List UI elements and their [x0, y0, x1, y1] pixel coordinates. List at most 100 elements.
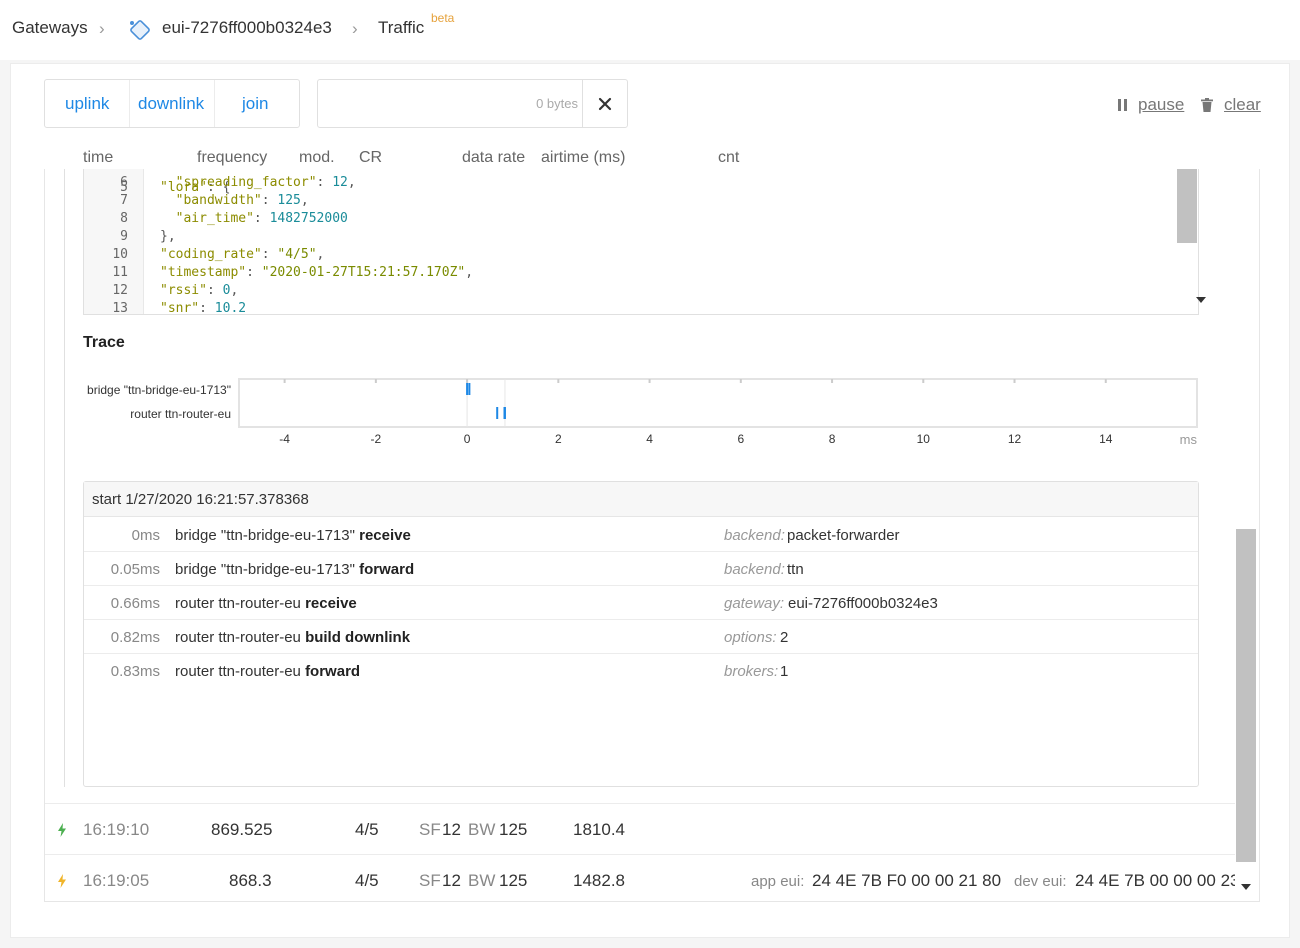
line-number: 9 [120, 229, 128, 244]
packet-time: 16:19:05 [83, 871, 150, 890]
breadcrumb-gateways[interactable]: Gateways [12, 18, 88, 38]
trace-tick-label: 6 [737, 432, 744, 446]
breadcrumb: Gateways › eui-7276ff000b0324e3 › Traffi… [0, 0, 1300, 60]
dev-eui-value: 24 4E 7B 00 00 00 23 [1075, 871, 1235, 890]
trace-tick-label: 2 [555, 432, 562, 446]
packet-list[interactable]: 5 "lora": { 6 "spreading_factor": 12, 7 "b… [44, 169, 1260, 902]
packet-cr: 4/5 [355, 820, 379, 839]
packet-row[interactable]: 16:19:05 868.3 4/5 SF 12 BW 125 1482.8 a… [45, 854, 1235, 901]
event-key: options: [724, 629, 777, 646]
detail-indent-line [64, 169, 65, 787]
trace-plot-area [238, 378, 1198, 428]
expanded-packet-detail: 5 "lora": { 6 "spreading_factor": 12, 7 "b… [45, 169, 1254, 803]
tab-join[interactable]: join [242, 94, 268, 114]
clear-filter-button[interactable] [582, 80, 627, 127]
packet-frequency: 869.525 [211, 820, 273, 839]
packet-bw: 125 [499, 820, 528, 839]
event-description: router ttn-router-eu forward [175, 663, 361, 680]
event-description: router ttn-router-eu receive [175, 595, 357, 612]
payload-filter [317, 79, 628, 128]
join-bolt-icon [58, 874, 66, 888]
filter-input[interactable] [326, 88, 578, 119]
column-header-frequency: frequency [197, 149, 268, 166]
uplink-bolt-icon [58, 823, 66, 837]
code-content: "air_time": 1482752000 [160, 211, 348, 226]
clear-button[interactable]: clear [1224, 95, 1261, 115]
packet-row[interactable]: 16:19:10 869.525 4/5 SF 12 BW 125 1810.4 [45, 803, 1235, 853]
code-scrollbar-thumb[interactable] [1177, 169, 1197, 243]
trace-event-mark [468, 383, 471, 395]
event-value: 1 [780, 663, 789, 680]
event-key: gateway: [724, 595, 785, 612]
trash-icon[interactable] [1200, 97, 1214, 113]
timeline-start: start 1/27/2020 16:21:57.378368 [84, 482, 1198, 517]
packet-list-scrollbar[interactable] [1235, 169, 1259, 901]
trace-tick-label: 8 [829, 432, 836, 446]
timeline-event: 0ms bridge "ttn-bridge-eu-1713" receive ba… [84, 518, 1198, 552]
code-content: "snr": 10.2 [160, 301, 247, 315]
line-number: 10 [112, 247, 128, 262]
timeline-event: 0.82ms router ttn-router-eu build downlin… [84, 620, 1198, 654]
timeline-event: 0.05ms bridge "ttn-bridge-eu-1713" forwar… [84, 552, 1198, 586]
packet-sf-label: SF [419, 820, 441, 839]
event-description: bridge "ttn-bridge-eu-1713" forward [175, 561, 415, 578]
close-icon [598, 97, 612, 110]
event-value: ttn [787, 561, 804, 578]
column-header-cr: CR [359, 149, 383, 166]
trace-tick-label: 10 [917, 432, 931, 446]
code-scrollbar[interactable] [1176, 169, 1198, 314]
packet-sf-label: SF [419, 871, 441, 890]
trace-timeline: start 1/27/2020 16:21:57.378368 0ms bridg… [83, 481, 1199, 787]
trace-tick-label: 4 [646, 432, 653, 446]
tab-uplink[interactable]: uplink [65, 94, 109, 114]
trace-event-mark [503, 407, 506, 419]
event-description: router ttn-router-eu build downlink [175, 629, 411, 646]
trace-event-mark [466, 383, 469, 395]
packet-bw-label: BW [468, 871, 496, 890]
code-content: }, [160, 229, 176, 244]
trace-lane-label: router ttn-router-eu [130, 407, 231, 421]
packet-sf: 12 [442, 871, 461, 890]
pause-icon[interactable] [1117, 97, 1129, 113]
code-content: "spreading_factor": 12, [160, 175, 356, 190]
trace-tick-label: 14 [1099, 432, 1113, 446]
packet-list-scrollbar-thumb[interactable] [1236, 529, 1256, 862]
event-value: packet-forwarder [787, 527, 900, 544]
gateway-icon [130, 20, 150, 40]
trace-title: Trace [83, 334, 125, 351]
column-header-airtime: airtime (ms) [541, 149, 626, 166]
column-header-cnt: cnt [718, 149, 740, 166]
breadcrumb-gateway-id[interactable]: eui-7276ff000b0324e3 [162, 18, 332, 38]
line-number: 8 [120, 211, 128, 226]
event-time: 0.82ms [110, 629, 160, 646]
trace-lane-label: bridge "ttn-bridge-eu-1713" [87, 383, 231, 397]
column-header-modulation: mod. [299, 149, 335, 166]
dev-eui-label: dev eui: [1014, 873, 1067, 890]
code-content: "rssi": 0, [160, 283, 239, 298]
event-time: 0.66ms [110, 595, 160, 612]
event-description: bridge "ttn-bridge-eu-1713" receive [175, 527, 411, 544]
code-content: "bandwidth": 125, [160, 193, 309, 208]
event-value: 2 [780, 629, 789, 646]
event-time: 0.83ms [110, 663, 160, 680]
packet-frequency: 868.3 [229, 871, 272, 890]
trace-axis-unit: ms [1180, 432, 1198, 447]
code-content: "timestamp": "2020-01-27T15:21:57.170Z", [160, 265, 474, 280]
packet-json-viewer[interactable]: 5 "lora": { 6 "spreading_factor": 12, 7 "b… [83, 169, 1199, 315]
line-number: 12 [112, 283, 128, 298]
line-number: 11 [112, 265, 128, 280]
pause-button[interactable]: pause [1138, 95, 1184, 115]
event-time: 0ms [131, 527, 160, 544]
trace-tick-label: 0 [464, 432, 471, 446]
code-scroll-down-arrow-icon[interactable] [1195, 296, 1207, 304]
packet-bw-label: BW [468, 820, 496, 839]
scroll-down-arrow-icon[interactable] [1240, 883, 1252, 891]
trace-tick-label: -4 [279, 432, 290, 446]
code-content: "coding_rate": "4/5", [160, 247, 325, 262]
trace-tick-label: 12 [1008, 432, 1022, 446]
tab-downlink[interactable]: downlink [138, 94, 204, 114]
trace-tick-label: -2 [371, 432, 382, 446]
tab-divider [214, 80, 215, 127]
breadcrumb-traffic: Traffic [378, 18, 425, 37]
chevron-right-icon: › [99, 19, 105, 38]
